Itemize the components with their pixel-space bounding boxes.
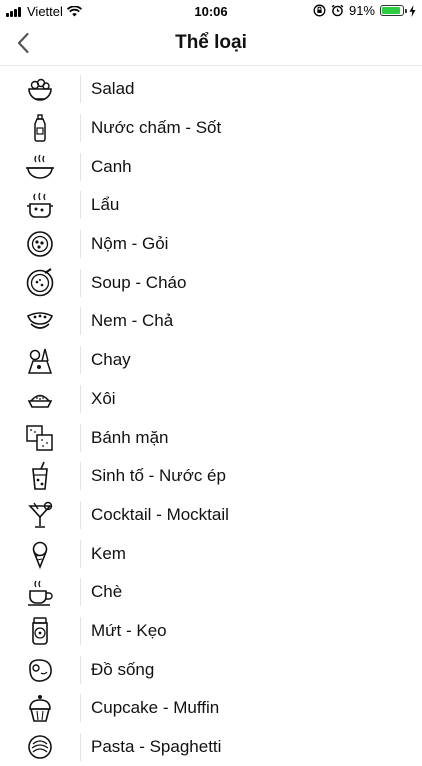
category-label: Canh — [91, 156, 132, 176]
page-title: Thể loại — [175, 32, 247, 53]
category-icon-cell — [0, 573, 80, 612]
category-label: Chay — [91, 350, 131, 370]
category-label: Kem — [91, 543, 126, 563]
category-icon-cell — [0, 457, 80, 496]
category-row[interactable]: Soup - Cháo — [0, 263, 422, 302]
category-icon-cell — [0, 689, 80, 728]
category-label: Nước chấm - Sốt — [91, 118, 222, 138]
category-row[interactable]: Mứt - Kẹo — [0, 612, 422, 651]
soup-bowl-icon — [26, 154, 54, 179]
category-row[interactable]: Chay — [0, 341, 422, 380]
category-label: Xôi — [91, 388, 116, 408]
category-label: Đồ sống — [91, 659, 155, 679]
spring-roll-icon — [26, 312, 54, 330]
category-label: Pasta - Spaghetti — [91, 737, 222, 757]
category-row[interactable]: Nộm - Gỏi — [0, 225, 422, 264]
porridge-icon — [26, 267, 54, 297]
category-label: Bánh mặn — [91, 427, 169, 447]
category-icon-cell — [0, 418, 80, 457]
pasta-icon — [28, 735, 52, 759]
category-label: Chè — [91, 582, 123, 602]
category-icon-cell — [0, 263, 80, 302]
ice-cream-icon — [32, 541, 48, 569]
category-icon-cell — [0, 534, 80, 573]
charging-bolt-icon — [409, 4, 416, 17]
category-label: Cocktail - Mocktail — [91, 504, 229, 524]
tea-cup-icon — [28, 580, 53, 607]
category-row[interactable]: Sinh tố - Nước ép — [0, 457, 422, 496]
category-row[interactable]: Cocktail - Mocktail — [0, 496, 422, 535]
salad-bowl-icon — [28, 79, 52, 102]
category-label: Salad — [91, 79, 135, 99]
category-row[interactable]: Chè — [0, 573, 422, 612]
category-icon-cell — [0, 302, 80, 341]
category-label: Cupcake - Muffin — [91, 698, 220, 718]
category-icon-cell — [0, 186, 80, 225]
category-icon-cell — [0, 147, 80, 186]
category-row[interactable]: Đồ sống — [0, 650, 422, 689]
orientation-lock-icon — [313, 4, 326, 17]
jam-jar-icon — [32, 617, 48, 645]
category-label: Nem - Chả — [91, 311, 174, 331]
category-icon-cell — [0, 341, 80, 380]
raw-meat-icon — [29, 658, 52, 682]
category-label: Lẩu — [91, 195, 120, 215]
category-label: Sinh tố - Nước ép — [91, 466, 226, 486]
sauce-bottle-icon — [34, 114, 46, 142]
battery-icon — [380, 5, 407, 16]
status-right: 91% — [313, 3, 416, 18]
category-icon-cell — [0, 612, 80, 651]
nav-bar: Thể loại — [0, 22, 422, 66]
category-row[interactable]: Bánh mặn — [0, 418, 422, 457]
category-label: Soup - Cháo — [91, 272, 187, 292]
status-bar: Viettel 10:06 91% — [0, 0, 422, 22]
category-row[interactable]: Lẩu — [0, 186, 422, 225]
category-label: Nộm - Gỏi — [91, 234, 169, 254]
category-icon-cell — [0, 728, 80, 766]
category-icon-cell — [0, 650, 80, 689]
salad-plate-icon — [27, 231, 53, 257]
category-label: Mứt - Kẹo — [91, 620, 167, 640]
cocktail-icon — [28, 501, 53, 528]
battery-percent: 91% — [348, 3, 375, 18]
alarm-icon — [331, 4, 344, 17]
category-row[interactable]: Canh — [0, 147, 422, 186]
category-row[interactable]: Nước chấm - Sốt — [0, 109, 422, 148]
cupcake-icon — [29, 695, 51, 723]
cracker-icon — [26, 424, 53, 451]
category-icon-cell — [0, 109, 80, 148]
category-row[interactable]: Nem - Chả — [0, 302, 422, 341]
category-row[interactable]: Xôi — [0, 380, 422, 419]
category-icon-cell — [0, 380, 80, 419]
category-icon-cell — [0, 70, 80, 109]
category-list: Salad Nước chấm - Sốt Canh Lẩu Nộm - Gỏi Soup… — [0, 70, 422, 766]
category-row[interactable]: Kem — [0, 534, 422, 573]
category-icon-cell — [0, 496, 80, 535]
category-row[interactable]: Salad — [0, 70, 422, 109]
vegetable-icon — [27, 348, 53, 374]
smoothie-icon — [32, 461, 48, 491]
sticky-rice-icon — [27, 394, 53, 408]
hotpot-icon — [27, 193, 53, 219]
battery-fill — [382, 7, 401, 14]
category-row[interactable]: Pasta - Spaghetti — [0, 728, 422, 766]
category-row[interactable]: Cupcake - Muffin — [0, 689, 422, 728]
category-icon-cell — [0, 225, 80, 264]
